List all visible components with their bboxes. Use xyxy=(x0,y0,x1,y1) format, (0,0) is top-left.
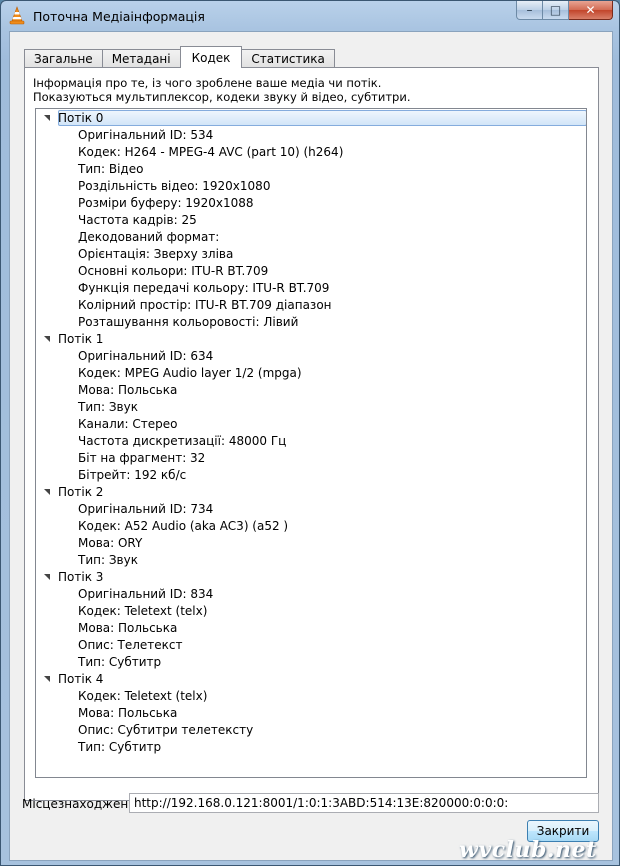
stream-node[interactable]: Потік 0 xyxy=(44,110,103,127)
property-item[interactable]: Основні кольори: ITU-R BT.709 xyxy=(78,263,268,280)
property-item[interactable]: Функція передачі кольору: ITU-R BT.709 xyxy=(78,280,329,297)
stream-node[interactable]: Потік 1 xyxy=(44,331,103,348)
property-item[interactable]: Частота кадрів: 25 xyxy=(78,212,197,229)
maximize-button[interactable]: □ xyxy=(543,1,569,20)
description-line-2: Показуються мультиплексор, кодеки звуку … xyxy=(33,90,411,104)
expand-arrow-icon[interactable] xyxy=(44,488,50,495)
tab-statistics[interactable]: Статистика xyxy=(241,49,335,68)
tab-codec[interactable]: Кодек xyxy=(179,46,243,68)
property-item[interactable]: Оригінальний ID: 734 xyxy=(78,501,213,518)
property-item[interactable]: Тип: Субтитр xyxy=(78,654,161,671)
property-item[interactable]: Розташування кольоровості: Лівий xyxy=(78,314,298,331)
media-info-window: Поточна Медіаінформація – □ ✕ Загальне М… xyxy=(0,0,620,866)
codec-panel: Інформація про те, із чого зроблене ваше… xyxy=(24,67,599,801)
property-item[interactable]: Розміри буферу: 1920x1088 xyxy=(78,195,253,212)
stream-label: Потік 3 xyxy=(58,570,104,584)
property-item[interactable]: Тип: Відео xyxy=(78,161,143,178)
vlc-cone-icon xyxy=(9,6,25,25)
tab-general[interactable]: Загальне xyxy=(24,49,103,68)
property-item[interactable]: Тип: Звук xyxy=(78,552,138,569)
property-item[interactable]: Частота дискретизації: 48000 Гц xyxy=(78,433,286,450)
property-item[interactable]: Оригінальний ID: 634 xyxy=(78,348,213,365)
property-item[interactable]: Кодек: Teletext (telx) xyxy=(78,688,207,705)
tab-bar: Загальне Метадані Кодек Статистика xyxy=(24,46,335,68)
property-item[interactable]: Мова: Польська xyxy=(78,705,177,722)
window-title: Поточна Медіаінформація xyxy=(33,9,205,24)
property-item[interactable]: Опис: Телетекст xyxy=(78,637,183,654)
property-item[interactable]: Кодек: A52 Audio (aka AC3) (a52 ) xyxy=(78,518,288,535)
stream-node[interactable]: Потік 2 xyxy=(44,484,103,501)
expand-arrow-icon[interactable] xyxy=(44,573,50,580)
property-item[interactable]: Тип: Субтитр xyxy=(78,739,161,756)
property-item[interactable]: Оригінальний ID: 834 xyxy=(78,586,213,603)
property-item[interactable]: Мова: Польська xyxy=(78,620,177,637)
dialog-client: Загальне Метадані Кодек Статистика Інфор… xyxy=(9,31,613,861)
close-window-button[interactable]: ✕ xyxy=(569,1,613,20)
stream-node[interactable]: Потік 4 xyxy=(44,671,103,688)
expand-arrow-icon[interactable] xyxy=(44,675,50,682)
tab-metadata[interactable]: Метадані xyxy=(101,49,181,68)
selection-highlight xyxy=(58,110,586,126)
property-item[interactable]: Кодек: MPEG Audio layer 1/2 (mpga) xyxy=(78,365,302,382)
property-item[interactable]: Колірний простір: ITU-R BT.709 діапазон xyxy=(78,297,332,314)
expand-arrow-icon[interactable] xyxy=(44,114,50,121)
stream-node[interactable]: Потік 3 xyxy=(44,569,103,586)
property-item[interactable]: Мова: ORY xyxy=(78,535,142,552)
property-item[interactable]: Біт на фрагмент: 32 xyxy=(78,450,205,467)
property-item[interactable]: Тип: Звук xyxy=(78,399,138,416)
title-bar[interactable]: Поточна Медіаінформація – □ ✕ xyxy=(1,1,619,31)
property-item[interactable]: Орієнтація: Зверху зліва xyxy=(78,246,233,263)
minimize-button[interactable]: – xyxy=(516,1,543,20)
codec-tree[interactable]: Потік 0 Оригінальний ID: 534 Кодек: H264 -… xyxy=(35,108,587,778)
stream-label: Потік 2 xyxy=(58,485,104,499)
property-item[interactable]: Роздільність відео: 1920x1080 xyxy=(78,178,270,195)
stream-label: Потік 1 xyxy=(58,332,104,346)
property-item[interactable]: Канали: Стерео xyxy=(78,416,178,433)
watermark-text: wvclub.net xyxy=(459,837,597,863)
property-item[interactable]: Оригінальний ID: 534 xyxy=(78,127,213,144)
description-line-1: Інформація про те, із чого зроблене ваше… xyxy=(33,76,382,90)
property-item[interactable]: Кодек: H264 - MPEG-4 AVC (part 10) (h264… xyxy=(78,144,343,161)
property-item[interactable]: Бітрейт: 192 кб/с xyxy=(78,467,186,484)
stream-label: Потік 0 xyxy=(58,111,104,125)
stream-label: Потік 4 xyxy=(58,672,104,686)
codec-description: Інформація про те, із чого зроблене ваше… xyxy=(33,76,410,104)
location-field[interactable]: http://192.168.0.121:8001/1:0:1:3ABD:514… xyxy=(129,793,599,813)
expand-arrow-icon[interactable] xyxy=(44,335,50,342)
property-item[interactable]: Кодек: Teletext (telx) xyxy=(78,603,207,620)
property-item[interactable]: Декодований формат: xyxy=(78,229,219,246)
property-item[interactable]: Опис: Субтитри телетексту xyxy=(78,722,253,739)
property-item[interactable]: Мова: Польська xyxy=(78,382,177,399)
